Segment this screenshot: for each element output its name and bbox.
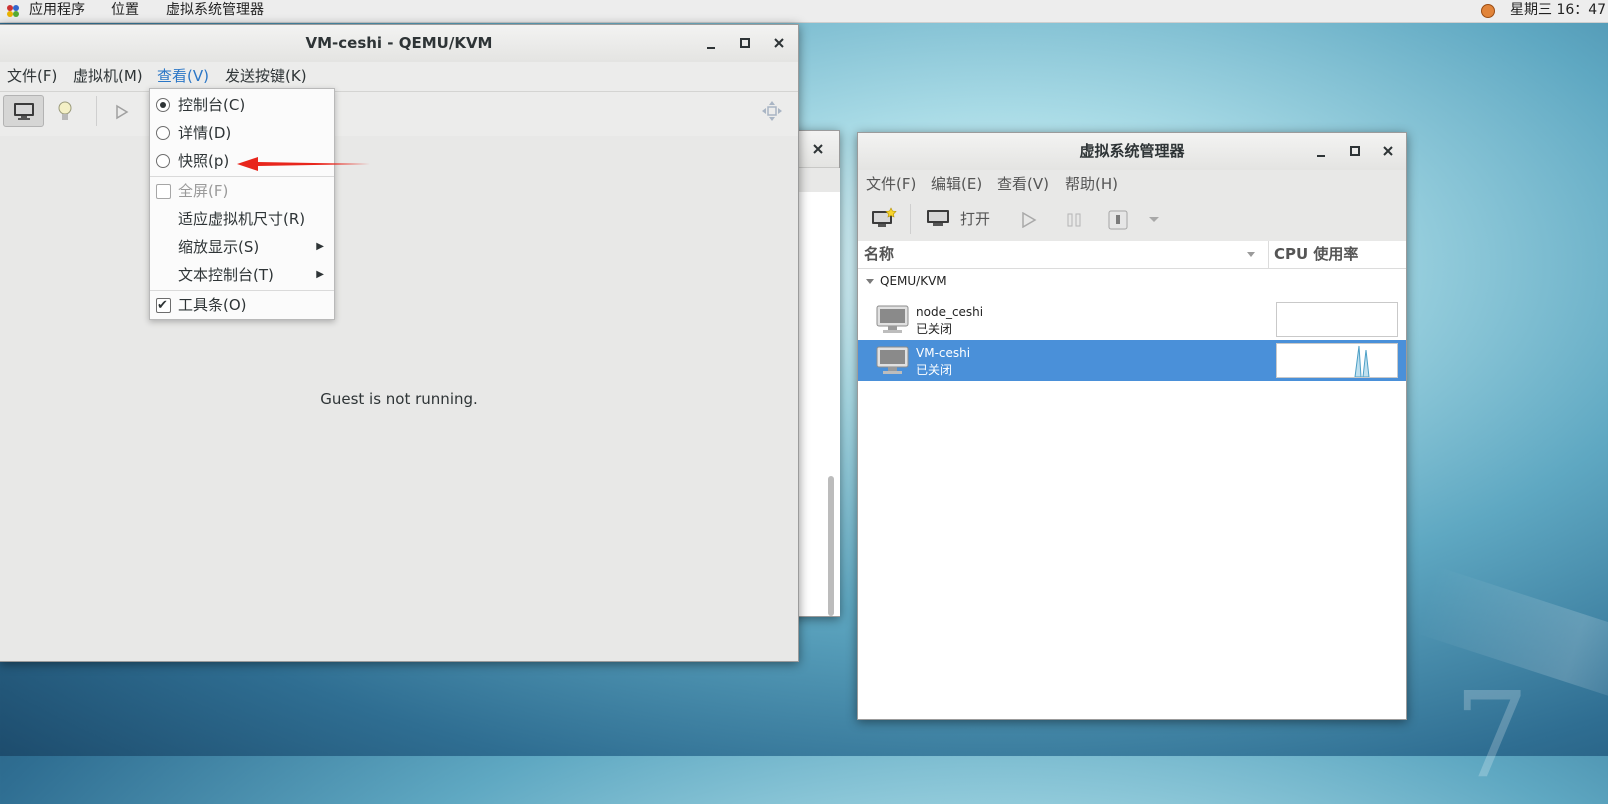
menu-item-label: 适应虚拟机尺寸(R) xyxy=(178,210,306,228)
monitor-icon xyxy=(14,103,34,120)
menu-item-label: 详情(D) xyxy=(178,124,232,142)
connection-row[interactable]: QEMU/KVM xyxy=(858,268,1406,296)
pause-icon[interactable] xyxy=(1067,212,1081,228)
manager-titlebar: 虚拟系统管理器 xyxy=(858,133,1406,171)
play-icon[interactable] xyxy=(1021,212,1037,228)
expander-icon[interactable] xyxy=(865,278,875,285)
cpu-graph xyxy=(1276,343,1398,378)
desktop-version-mark: 7 xyxy=(1454,666,1530,804)
monitor-icon xyxy=(927,210,949,226)
column-name[interactable]: 名称 xyxy=(864,241,894,268)
minimize-icon[interactable] xyxy=(1312,142,1330,160)
move-icon[interactable] xyxy=(761,100,783,122)
open-button[interactable]: 打开 xyxy=(926,207,1006,231)
console-titlebar: VM-ceshi - QEMU/KVM xyxy=(0,25,798,63)
open-label: 打开 xyxy=(960,210,991,228)
maximize-icon[interactable] xyxy=(736,34,754,52)
checkbox-icon xyxy=(156,292,171,320)
vm-monitor-icon xyxy=(876,305,909,333)
console-view-button[interactable] xyxy=(3,95,44,127)
menu-item-toolbar[interactable]: 工具条(O) xyxy=(150,291,334,320)
manager-menubar: 文件(F) 编辑(E) 查看(V) 帮助(H) xyxy=(858,170,1406,199)
cpu-sparkline xyxy=(1354,345,1370,377)
vm-name: node_ceshi xyxy=(916,305,984,319)
menu-item-scale-display[interactable]: 缩放显示(S) ▶ xyxy=(150,233,334,261)
cpu-graph xyxy=(1276,302,1398,337)
minimize-icon[interactable] xyxy=(702,34,720,52)
mgr-menu-view[interactable]: 查看(V) xyxy=(996,170,1050,199)
places-menu[interactable]: 位置 xyxy=(111,0,139,22)
menu-item-label: 缩放显示(S) xyxy=(178,238,260,256)
menu-item-resize-to-vm[interactable]: 适应虚拟机尺寸(R) xyxy=(150,205,334,233)
radio-icon xyxy=(156,126,170,140)
sort-chevron-icon[interactable] xyxy=(1246,251,1256,258)
toolbar-separator xyxy=(96,96,97,126)
menu-item-label: 快照(p) xyxy=(178,152,230,170)
submenu-arrow-icon: ▶ xyxy=(316,269,324,280)
guest-status: Guest is not running. xyxy=(320,390,478,408)
maximize-icon[interactable] xyxy=(1346,142,1364,160)
column-cpu[interactable]: CPU 使用率 xyxy=(1274,241,1358,268)
mgr-menu-file[interactable]: 文件(F) xyxy=(865,170,917,199)
column-header: 名称 CPU 使用率 xyxy=(858,241,1406,269)
apps-menu[interactable]: 应用程序 xyxy=(29,0,85,22)
menu-item-text-console[interactable]: 文本控制台(T) ▶ xyxy=(150,261,334,289)
manager-toolbar: 打开 xyxy=(858,199,1406,242)
console-window: VM-ceshi - QEMU/KVM 文件(F) 虚拟机(M) 查看(V) 发… xyxy=(0,24,799,662)
vm-row-vm-ceshi[interactable]: VM-ceshi 已关闭 xyxy=(858,340,1406,381)
vm-monitor-icon xyxy=(876,346,909,374)
toolbar-separator xyxy=(910,204,911,234)
menu-file[interactable]: 文件(F) xyxy=(6,62,58,91)
app-menu[interactable]: 虚拟系统管理器 xyxy=(166,0,264,22)
chevron-down-icon[interactable] xyxy=(1148,216,1160,224)
connection-name: QEMU/KVM xyxy=(880,274,947,288)
vm-state: 已关闭 xyxy=(916,322,953,336)
menu-item-label: 全屏(F) xyxy=(178,182,229,200)
shutdown-icon[interactable] xyxy=(1108,210,1128,230)
menu-vm[interactable]: 虚拟机(M) xyxy=(72,62,144,91)
vm-row-node-ceshi[interactable]: node_ceshi 已关闭 xyxy=(858,299,1406,340)
radio-icon xyxy=(156,154,170,168)
console-menubar: 文件(F) 虚拟机(M) 查看(V) 发送按键(K) xyxy=(0,62,798,92)
lightbulb-icon[interactable] xyxy=(57,101,73,123)
menu-item-label: 工具条(O) xyxy=(178,296,247,314)
close-icon[interactable] xyxy=(770,34,788,52)
menu-item-console[interactable]: 控制台(C) xyxy=(150,91,334,119)
close-icon[interactable] xyxy=(809,140,827,158)
close-icon[interactable] xyxy=(1379,142,1397,160)
apps-icon[interactable] xyxy=(6,4,20,18)
menu-view[interactable]: 查看(V) xyxy=(156,62,210,91)
console-title: VM-ceshi - QEMU/KVM xyxy=(305,34,493,52)
console-toolbar xyxy=(0,92,798,136)
vm-state: 已关闭 xyxy=(916,363,953,377)
background-window-scrollbar[interactable] xyxy=(828,476,834,616)
tray-icon[interactable] xyxy=(1481,4,1495,18)
manager-window: 虚拟系统管理器 文件(F) 编辑(E) 查看(V) 帮助(H) 打开 名称 CP… xyxy=(857,132,1407,720)
menu-send-key[interactable]: 发送按键(K) xyxy=(224,62,308,91)
mgr-menu-edit[interactable]: 编辑(E) xyxy=(930,170,983,199)
mgr-menu-help[interactable]: 帮助(H) xyxy=(1064,170,1119,199)
top-panel: 应用程序 位置 虚拟系统管理器 星期三 16：47 xyxy=(0,0,1608,23)
radio-icon xyxy=(156,98,170,112)
menu-item-details[interactable]: 详情(D) xyxy=(150,119,334,147)
menu-item-label: 控制台(C) xyxy=(178,96,246,114)
play-icon[interactable] xyxy=(115,104,129,120)
new-vm-icon[interactable] xyxy=(871,207,897,231)
clock[interactable]: 星期三 16：47 xyxy=(1510,0,1606,22)
menu-item-fullscreen: 全屏(F) xyxy=(150,177,334,205)
column-divider xyxy=(1268,241,1269,268)
annotation-arrow xyxy=(237,157,370,171)
menu-item-label: 文本控制台(T) xyxy=(178,266,274,284)
vm-name: VM-ceshi xyxy=(916,346,971,360)
checkbox-icon xyxy=(156,184,171,199)
view-menu: 控制台(C) 详情(D) 快照(p) 全屏(F) 适应虚拟机尺寸(R) 缩放显示… xyxy=(149,88,335,320)
submenu-arrow-icon: ▶ xyxy=(316,241,324,252)
